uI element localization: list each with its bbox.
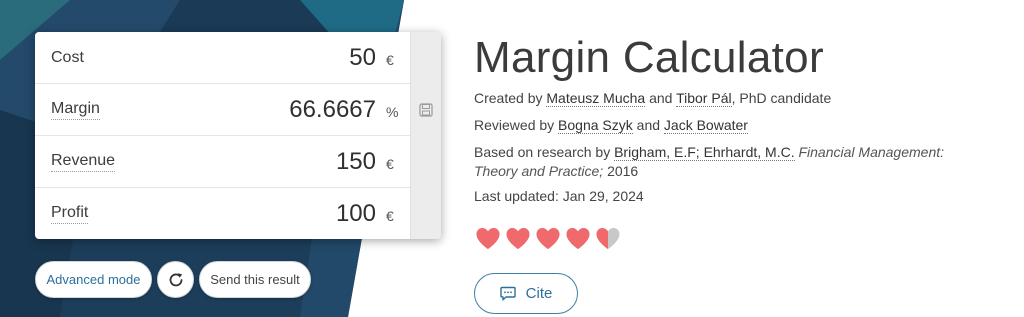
research-year: 2016: [607, 163, 639, 179]
calculator-sidebar: [410, 32, 441, 239]
profit-input[interactable]: 100: [336, 200, 376, 228]
revenue-label[interactable]: Revenue: [51, 152, 116, 172]
reviewer-link-2[interactable]: Jack Bowater: [663, 117, 748, 134]
profit-label[interactable]: Profit: [51, 204, 89, 224]
cost-label: Cost: [51, 48, 84, 66]
reviewed-prefix: Reviewed by: [474, 117, 555, 133]
cite-button[interactable]: Cite: [474, 273, 578, 314]
rating-hearts[interactable]: [475, 226, 621, 251]
margin-label[interactable]: Margin: [51, 100, 100, 120]
advanced-mode-button[interactable]: Advanced mode: [35, 261, 152, 298]
heart-icon[interactable]: [475, 226, 501, 251]
research-authors-link[interactable]: Brigham, E.F; Ehrhardt, M.C.: [614, 144, 795, 161]
reviewed-by-line: Reviewed by Bogna Szyk and Jack Bowater: [474, 116, 748, 135]
heart-icon[interactable]: [595, 226, 621, 251]
heart-icon[interactable]: [505, 226, 531, 251]
cost-unit[interactable]: €: [386, 52, 396, 68]
profit-unit[interactable]: €: [386, 208, 396, 224]
research-prefix: Based on research by: [474, 144, 611, 160]
last-updated: Last updated: Jan 29, 2024: [474, 188, 644, 204]
created-by-line: Created by Mateusz Mucha and Tibor Pál, …: [474, 89, 831, 108]
author2-suffix: , PhD candidate: [731, 90, 832, 106]
save-button[interactable]: [419, 84, 433, 136]
save-icon: [419, 103, 433, 117]
heart-icon[interactable]: [535, 226, 561, 251]
author-link-1[interactable]: Mateusz Mucha: [546, 90, 646, 107]
margin-unit: %: [386, 103, 399, 120]
reviewer-link-1[interactable]: Bogna Szyk: [558, 117, 633, 134]
research-line: Based on research by Brigham, E.F; Ehrha…: [474, 143, 974, 181]
reload-icon: [169, 272, 182, 286]
author-link-2[interactable]: Tibor Pál: [676, 90, 732, 107]
calculator-card: Cost 50 € Margin 66.6667 % Revenue 150 €…: [35, 32, 441, 239]
heart-icon[interactable]: [565, 226, 591, 251]
page-title: Margin Calculator: [474, 33, 824, 82]
cite-label: Cite: [525, 285, 553, 302]
revenue-input[interactable]: 150: [336, 148, 376, 176]
margin-input[interactable]: 66.6667: [289, 96, 376, 124]
created-prefix: Created by: [474, 90, 543, 106]
comment-icon: [499, 286, 516, 301]
revenue-row: Revenue 150 €: [35, 136, 410, 188]
calculator-fields: Cost 50 € Margin 66.6667 % Revenue 150 €…: [35, 32, 410, 239]
reload-button[interactable]: [157, 261, 194, 298]
revenue-unit[interactable]: €: [386, 156, 396, 172]
created-and: and: [649, 90, 673, 106]
margin-row: Margin 66.6667 %: [35, 84, 410, 136]
profit-row: Profit 100 €: [35, 188, 410, 239]
reviewed-and: and: [636, 117, 661, 133]
send-result-button[interactable]: Send this result: [199, 261, 311, 298]
cost-input[interactable]: 50: [349, 44, 376, 72]
cost-row: Cost 50 €: [35, 32, 410, 84]
